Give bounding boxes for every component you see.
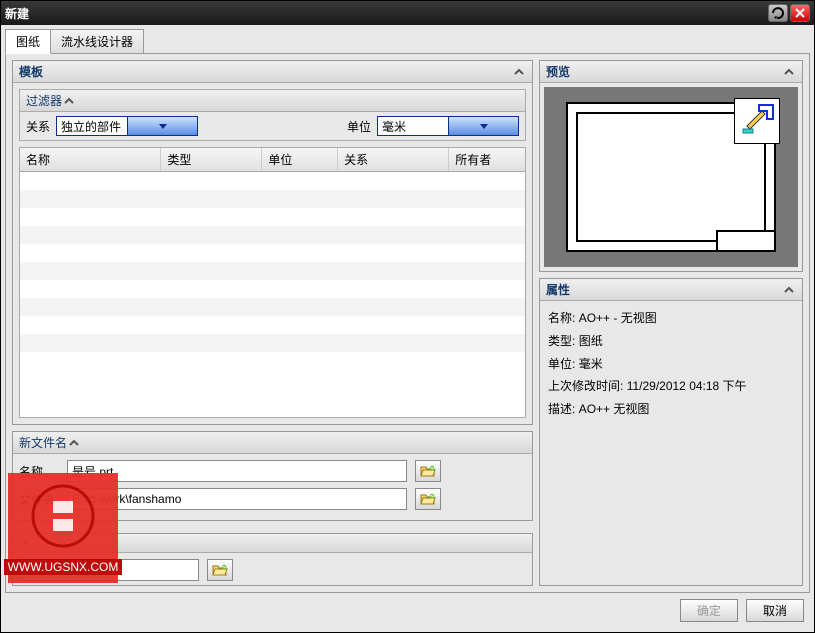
prop-name-label: 名称: [548, 311, 575, 325]
drafting-tool-icon [734, 98, 780, 144]
unit-value: 毫米 [378, 118, 448, 135]
browse-ref-button[interactable] [207, 559, 233, 581]
table-row[interactable] [20, 316, 525, 334]
relation-value: 独立的部件 [57, 118, 127, 135]
close-button[interactable] [790, 4, 810, 22]
help-button[interactable] [768, 4, 788, 22]
prop-name-value: AO++ - 无视图 [579, 311, 657, 325]
chevron-up-icon[interactable] [782, 65, 796, 79]
col-unit[interactable]: 单位 [262, 148, 338, 171]
table-row[interactable] [20, 298, 525, 316]
table-row[interactable] [20, 334, 525, 352]
filter-title: 过滤器 [26, 92, 62, 109]
window-title: 新建 [5, 5, 29, 22]
folder-open-icon [212, 563, 228, 577]
props-header: 属性 [540, 279, 802, 301]
preview-title: 预览 [546, 63, 570, 80]
table-row[interactable] [20, 190, 525, 208]
template-panel-header: 模板 [13, 61, 532, 83]
newfile-header: 新文件名 [13, 432, 532, 454]
ok-button[interactable]: 确定 [680, 599, 738, 622]
table-row[interactable] [20, 208, 525, 226]
chevron-up-icon[interactable] [67, 436, 81, 450]
chevron-down-icon [127, 117, 197, 135]
prop-unit-label: 单位: [548, 357, 575, 371]
chevron-up-icon[interactable] [782, 283, 796, 297]
prop-mod-label: 上次修改时间: [548, 379, 623, 393]
table-row[interactable] [20, 244, 525, 262]
table-row[interactable] [20, 352, 525, 370]
template-grid[interactable]: 名称 类型 单位 关系 所有者 [19, 147, 526, 418]
prop-type-label: 类型: [548, 334, 575, 348]
name-input[interactable] [67, 460, 407, 482]
chevron-down-icon [448, 117, 518, 135]
prop-desc-label: 描述: [548, 402, 575, 416]
prop-mod-value: 11/29/2012 04:18 下午 [627, 379, 747, 393]
unit-select[interactable]: 毫米 [377, 116, 519, 136]
table-row[interactable] [20, 172, 525, 190]
folder-input[interactable] [67, 488, 407, 510]
titlebar: 新建 [1, 1, 814, 25]
col-owner[interactable]: 所有者 [449, 148, 525, 171]
watermark-url: WWW.UGSNX.COM [4, 559, 123, 575]
tab-bar: 图纸 流水线设计器 [5, 29, 810, 54]
prop-unit-value: 毫米 [579, 357, 603, 371]
folder-open-icon [420, 492, 436, 506]
table-row[interactable] [20, 280, 525, 298]
table-row[interactable] [20, 226, 525, 244]
drawing-sheet-icon [566, 102, 776, 252]
tab-drawing[interactable]: 图纸 [5, 29, 51, 54]
preview-canvas [544, 87, 798, 267]
chevron-up-icon[interactable] [512, 65, 526, 79]
browse-folder-button[interactable] [415, 488, 441, 510]
browse-name-button[interactable] [415, 460, 441, 482]
folder-open-icon [420, 464, 436, 478]
relation-select[interactable]: 独立的部件 [56, 116, 198, 136]
table-row[interactable] [20, 262, 525, 280]
props-title: 属性 [546, 281, 570, 298]
preview-header: 预览 [540, 61, 802, 83]
relation-label: 关系 [26, 118, 50, 135]
prop-desc-value: AO++ 无视图 [579, 402, 650, 416]
watermark-logo: WWW.UGSNX.COM [8, 473, 118, 583]
unit-label: 单位 [347, 118, 371, 135]
filter-header: 过滤器 [20, 90, 525, 112]
col-type[interactable]: 类型 [161, 148, 262, 171]
newfile-title: 新文件名 [19, 434, 67, 451]
tab-pipeline[interactable]: 流水线设计器 [50, 29, 144, 54]
props-body: 名称: AO++ - 无视图 类型: 图纸 单位: 毫米 上次修改时间: 11/… [540, 301, 802, 427]
cancel-button[interactable]: 取消 [746, 599, 804, 622]
chevron-up-icon[interactable] [62, 94, 76, 108]
template-panel-title: 模板 [19, 63, 43, 80]
col-name[interactable]: 名称 [20, 148, 161, 171]
col-relation[interactable]: 关系 [338, 148, 449, 171]
prop-type-value: 图纸 [579, 334, 603, 348]
